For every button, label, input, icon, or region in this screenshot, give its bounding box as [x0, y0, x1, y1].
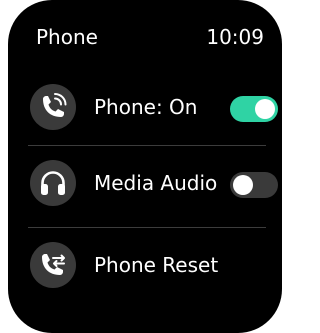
phone-ringing-icon	[30, 84, 76, 130]
watch-screen: Phone 10:09 Phone: On Media Audio Phone …	[8, 0, 282, 333]
divider	[28, 145, 266, 146]
media-audio-toggle[interactable]	[230, 172, 278, 198]
toggle-knob	[255, 99, 275, 119]
phone-toggle[interactable]	[230, 96, 278, 122]
phone-reset-icon	[30, 242, 76, 288]
media-audio-label: Media Audio	[94, 171, 218, 195]
headphones-icon	[30, 160, 76, 206]
clock-time: 10:09	[206, 25, 264, 49]
page-title: Phone	[36, 25, 98, 49]
status-header: Phone 10:09	[8, 22, 282, 52]
phone-reset-row[interactable]: Phone Reset	[8, 236, 282, 296]
divider	[28, 227, 266, 228]
toggle-knob	[233, 175, 253, 195]
phone-reset-label: Phone Reset	[94, 253, 219, 277]
phone-setting-label: Phone: On	[94, 95, 198, 119]
